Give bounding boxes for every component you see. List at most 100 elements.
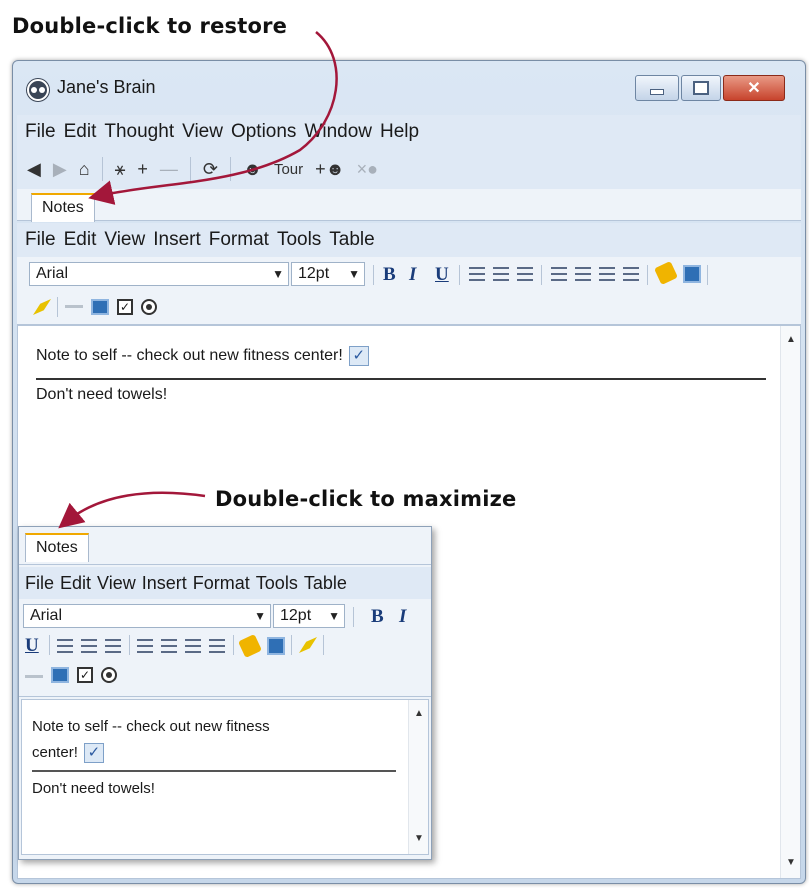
editor-menu-view[interactable]: View bbox=[97, 573, 136, 594]
horizontal-rule-icon[interactable] bbox=[25, 669, 43, 683]
numbered-list-icon[interactable] bbox=[161, 639, 177, 653]
editor-menu-insert[interactable]: Insert bbox=[153, 229, 201, 251]
editor-menu-format[interactable]: Format bbox=[193, 573, 250, 594]
checkbox-icon[interactable]: ✓ bbox=[117, 299, 133, 315]
clear-format-icon[interactable] bbox=[299, 637, 317, 653]
checkbox-icon[interactable]: ✓ bbox=[77, 667, 93, 683]
align-center-icon[interactable] bbox=[81, 639, 97, 653]
scroll-down-icon[interactable]: ▼ bbox=[414, 833, 424, 844]
toolbar-separator bbox=[101, 157, 103, 181]
chevron-down-icon: ▼ bbox=[272, 267, 284, 281]
remove-brain-icon[interactable]: ×● bbox=[357, 159, 378, 180]
close-button[interactable]: ✕ bbox=[723, 75, 785, 101]
menu-help[interactable]: Help bbox=[380, 121, 419, 143]
note-checkbox[interactable]: ✓ bbox=[83, 743, 104, 764]
chevron-down-icon: ▼ bbox=[254, 609, 266, 623]
bold-button[interactable]: B bbox=[371, 606, 384, 628]
editor-menu-tools[interactable]: Tools bbox=[256, 573, 298, 594]
bold-button[interactable]: B bbox=[383, 264, 396, 286]
note-content[interactable]: Note to self -- check out new fitness ce… bbox=[21, 699, 429, 855]
radio-icon[interactable] bbox=[101, 667, 117, 683]
numbered-list-icon[interactable] bbox=[575, 267, 591, 281]
tab-notes[interactable]: Notes bbox=[25, 533, 89, 562]
vertical-scrollbar[interactable]: ▲ ▼ bbox=[780, 326, 800, 878]
tab-notes[interactable]: Notes bbox=[31, 193, 95, 222]
align-right-icon[interactable] bbox=[517, 267, 533, 281]
outdent-icon[interactable] bbox=[185, 639, 201, 653]
note-checkbox[interactable]: ✓ bbox=[348, 346, 369, 366]
home-icon[interactable]: ⌂ bbox=[79, 159, 90, 180]
editor-menu-table[interactable]: Table bbox=[304, 573, 347, 594]
vertical-scrollbar[interactable]: ▲ ▼ bbox=[408, 700, 428, 854]
note-line-1: Note to self -- check out new fitness ce… bbox=[36, 346, 369, 366]
toolbar-separator bbox=[57, 297, 58, 317]
menu-view[interactable]: View bbox=[182, 121, 223, 143]
editor-menu-insert[interactable]: Insert bbox=[142, 573, 187, 594]
forward-icon[interactable]: ▶ bbox=[53, 159, 67, 180]
menu-thought[interactable]: Thought bbox=[104, 121, 174, 143]
align-left-icon[interactable] bbox=[57, 639, 73, 653]
tour-button[interactable]: Tour bbox=[274, 161, 303, 178]
minus-icon[interactable]: — bbox=[160, 159, 178, 180]
align-right-icon[interactable] bbox=[105, 639, 121, 653]
toolbar-separator bbox=[189, 157, 191, 181]
radio-icon[interactable] bbox=[141, 299, 157, 315]
restore-callout: Double-click to restore bbox=[12, 14, 288, 38]
font-select[interactable]: Arial ▼ bbox=[29, 262, 289, 286]
editor-menu-format[interactable]: Format bbox=[209, 229, 269, 251]
title-bar[interactable]: Jane's Brain ✕ bbox=[13, 61, 805, 115]
back-icon[interactable]: ◀ bbox=[27, 159, 41, 180]
editor-menu-table[interactable]: Table bbox=[329, 229, 374, 251]
add-brain-icon[interactable]: +☻ bbox=[315, 159, 344, 180]
underline-button[interactable]: U bbox=[25, 635, 39, 657]
minimize-button[interactable] bbox=[635, 75, 679, 101]
toolbar-separator bbox=[233, 635, 234, 655]
bullet-list-icon[interactable] bbox=[137, 639, 153, 653]
clear-format-icon[interactable] bbox=[33, 299, 51, 315]
outdent-icon[interactable] bbox=[599, 267, 615, 281]
align-left-icon[interactable] bbox=[469, 267, 485, 281]
menu-options[interactable]: Options bbox=[231, 121, 296, 143]
plex-icon[interactable]: ⚹ bbox=[115, 159, 126, 180]
highlight-pen-icon[interactable] bbox=[238, 634, 262, 658]
scroll-down-icon[interactable]: ▼ bbox=[786, 857, 796, 868]
toolbar-separator bbox=[323, 635, 324, 655]
table-icon[interactable] bbox=[91, 299, 109, 315]
size-select[interactable]: 12pt ▼ bbox=[273, 604, 345, 628]
highlight-pen-icon[interactable] bbox=[654, 261, 678, 285]
size-value: 12pt bbox=[298, 265, 330, 282]
underline-button[interactable]: U bbox=[435, 264, 449, 286]
thought-link-icon[interactable] bbox=[683, 265, 701, 283]
editor-menu-view[interactable]: View bbox=[104, 229, 145, 251]
thought-link-icon[interactable] bbox=[267, 637, 285, 655]
horizontal-rule-icon[interactable] bbox=[65, 299, 83, 313]
editor-menu-tools[interactable]: Tools bbox=[277, 229, 321, 251]
maximize-button[interactable] bbox=[681, 75, 721, 101]
editor-menu-file[interactable]: File bbox=[25, 573, 54, 594]
menu-window[interactable]: Window bbox=[304, 121, 372, 143]
note-text-b: center! bbox=[32, 744, 78, 761]
refresh-icon[interactable]: ⟳ bbox=[203, 159, 218, 180]
font-select[interactable]: Arial ▼ bbox=[23, 604, 271, 628]
scroll-up-icon[interactable]: ▲ bbox=[786, 334, 796, 345]
align-center-icon[interactable] bbox=[493, 267, 509, 281]
note-line-1: Note to self -- check out new fitness ce… bbox=[32, 714, 362, 766]
table-icon[interactable] bbox=[51, 667, 69, 683]
size-select[interactable]: 12pt ▼ bbox=[291, 262, 365, 286]
editor-menu-file[interactable]: File bbox=[25, 229, 56, 251]
menu-edit[interactable]: Edit bbox=[64, 121, 97, 143]
indent-icon[interactable] bbox=[623, 267, 639, 281]
plus-icon[interactable]: + bbox=[137, 159, 148, 180]
format-toolbar: Arial ▼ 12pt ▼ B I U ✓ bbox=[17, 257, 801, 325]
editor-menu-edit[interactable]: Edit bbox=[64, 229, 97, 251]
divider bbox=[36, 378, 766, 380]
indent-icon[interactable] bbox=[209, 639, 225, 653]
size-value: 12pt bbox=[280, 607, 312, 624]
bullet-list-icon[interactable] bbox=[551, 267, 567, 281]
italic-button[interactable]: I bbox=[409, 264, 416, 286]
menu-file[interactable]: File bbox=[25, 121, 56, 143]
scroll-up-icon[interactable]: ▲ bbox=[414, 708, 424, 719]
editor-menu-edit[interactable]: Edit bbox=[60, 573, 91, 594]
minimize-icon bbox=[636, 76, 678, 100]
italic-button[interactable]: I bbox=[399, 606, 406, 628]
